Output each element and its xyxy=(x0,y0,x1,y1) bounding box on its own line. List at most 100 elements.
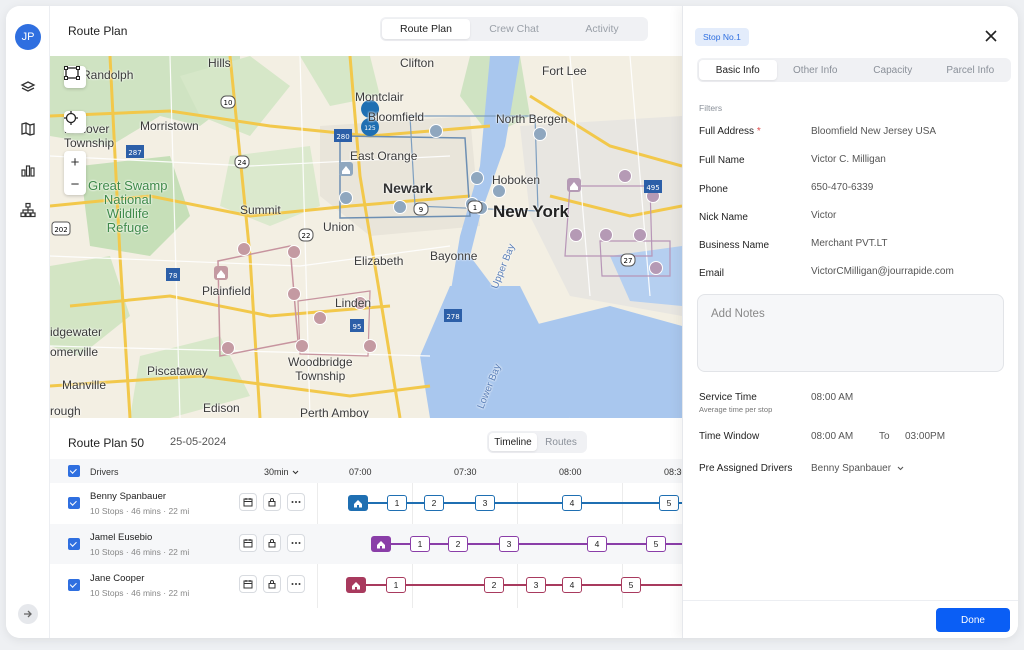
tab-crew-chat[interactable]: Crew Chat xyxy=(470,19,558,39)
interval-select[interactable]: 30min xyxy=(264,467,299,477)
stop-marker[interactable]: 1 xyxy=(386,577,406,593)
label-borough: rough xyxy=(50,404,81,418)
label-linden: Linden xyxy=(335,296,372,310)
driver-name: Jamel Eusebio xyxy=(90,532,153,543)
lock-icon[interactable] xyxy=(263,493,281,511)
driver-row[interactable]: Jane Cooper 10 Stops · 46 mins · 22 mi 1… xyxy=(50,565,682,605)
time-window-to[interactable]: 03:00PM xyxy=(905,431,945,442)
calendar-icon[interactable] xyxy=(239,575,257,593)
stop-marker[interactable]: 3 xyxy=(475,495,495,511)
left-sidebar: JP xyxy=(6,6,50,638)
label-elizabeth: Elizabeth xyxy=(354,254,404,268)
stop-marker[interactable]: 4 xyxy=(587,536,607,552)
label-new-york: New York xyxy=(493,202,569,221)
service-time-field[interactable]: 08:00 AM xyxy=(811,392,853,403)
full-address-label: Full Address * xyxy=(699,126,761,137)
tab-route-plan[interactable]: Route Plan xyxy=(382,19,470,39)
more-options-icon[interactable] xyxy=(287,575,305,593)
expand-sidebar-icon[interactable] xyxy=(18,604,38,624)
phone-field[interactable]: 650-470-6339 xyxy=(811,182,873,193)
stop-marker[interactable]: 1 xyxy=(410,536,430,552)
label-manville: Manville xyxy=(62,378,107,392)
stop-marker[interactable]: 5 xyxy=(621,577,641,593)
label-montclair: Montclair xyxy=(355,90,404,104)
time-window-label: Time Window xyxy=(699,431,760,442)
tab-timeline[interactable]: Timeline xyxy=(489,433,537,451)
stop-marker[interactable]: 1 xyxy=(387,495,407,511)
shield-95: 95 xyxy=(353,323,362,331)
phone-label: Phone xyxy=(699,184,728,195)
stop-marker[interactable]: 3 xyxy=(526,577,546,593)
hierarchy-icon[interactable] xyxy=(18,200,38,220)
full-address-field[interactable]: Bloomfield New Jersey USA xyxy=(811,126,936,137)
tab-capacity[interactable]: Capacity xyxy=(854,60,932,80)
stop-marker[interactable]: 2 xyxy=(448,536,468,552)
shield-10: 10 xyxy=(224,99,233,107)
nick-name-field[interactable]: Victor xyxy=(811,210,836,221)
label-newark: Newark xyxy=(383,180,433,196)
label-bayonne: Bayonne xyxy=(430,249,478,263)
select-area-icon[interactable] xyxy=(64,66,86,88)
stop-marker[interactable]: 5 xyxy=(646,536,666,552)
time-window-from[interactable]: 08:00 AM xyxy=(811,431,853,442)
lock-icon[interactable] xyxy=(263,534,281,552)
label-bridgewater: idgewater xyxy=(50,325,103,339)
driver-checkbox[interactable] xyxy=(68,579,80,591)
label-summit: Summit xyxy=(240,203,281,217)
depot-home-icon[interactable] xyxy=(371,536,391,552)
select-all-checkbox[interactable] xyxy=(68,465,80,477)
stop-marker[interactable]: 3 xyxy=(499,536,519,552)
pre-assigned-select[interactable]: Benny Spanbauer xyxy=(811,463,904,474)
tab-routes[interactable]: Routes xyxy=(537,433,585,451)
close-icon[interactable] xyxy=(983,28,999,44)
email-field[interactable]: VictorCMilligan@jourrapide.com xyxy=(811,266,954,277)
crosshair-icon[interactable] xyxy=(64,111,86,133)
lasso-select-control[interactable] xyxy=(64,66,86,88)
stop-marker[interactable]: 4 xyxy=(562,495,582,511)
label-morristown: Morristown xyxy=(140,119,199,133)
calendar-icon[interactable] xyxy=(239,534,257,552)
label-bloomfield: Bloomfield xyxy=(368,110,425,124)
tab-basic-info[interactable]: Basic Info xyxy=(699,60,777,80)
driver-stats: 10 Stops · 46 mins · 22 mi xyxy=(90,588,190,598)
tab-parcel-info[interactable]: Parcel Info xyxy=(932,60,1010,80)
shield-280: 280 xyxy=(336,133,349,141)
timeline-tabs: Timeline Routes xyxy=(487,431,587,453)
avatar[interactable]: JP xyxy=(15,24,41,50)
zoom-in-icon[interactable]: + xyxy=(64,151,86,173)
driver-checkbox[interactable] xyxy=(68,497,80,509)
more-options-icon[interactable] xyxy=(287,534,305,552)
layers-icon[interactable] xyxy=(18,78,38,98)
email-label: Email xyxy=(699,268,725,279)
driver-row[interactable]: Jamel Eusebio 10 Stops · 46 mins · 22 mi… xyxy=(50,524,682,564)
stop-marker[interactable]: 2 xyxy=(484,577,504,593)
calendar-icon[interactable] xyxy=(239,493,257,511)
divider xyxy=(683,600,1018,601)
full-name-field[interactable]: Victor C. Milligan xyxy=(811,154,886,165)
shield-278: 278 xyxy=(446,313,459,321)
driver-checkbox[interactable] xyxy=(68,538,80,550)
locate-control[interactable] xyxy=(64,111,86,133)
stop-marker[interactable]: 5 xyxy=(659,495,679,511)
driver-row[interactable]: Benny Spanbauer 10 Stops · 46 mins · 22 … xyxy=(50,483,682,523)
depot-home-icon[interactable] xyxy=(348,495,368,511)
chevron-down-icon xyxy=(292,470,298,474)
stop-marker[interactable]: 4 xyxy=(562,577,582,593)
done-button[interactable]: Done xyxy=(936,608,1010,632)
more-options-icon[interactable] xyxy=(287,493,305,511)
tab-other-info[interactable]: Other Info xyxy=(777,60,855,80)
shield-24: 24 xyxy=(238,159,247,167)
map-icon[interactable] xyxy=(18,119,38,139)
stop-marker[interactable]: 2 xyxy=(424,495,444,511)
label-hoboken: Hoboken xyxy=(492,173,541,187)
label-edison: Edison xyxy=(203,401,240,415)
bar-chart-icon[interactable] xyxy=(18,160,38,180)
lock-icon[interactable] xyxy=(263,575,281,593)
route-map[interactable]: 10 24 287 202 78 22 280 125 9 1 278 495 … xyxy=(50,56,682,418)
notes-textarea[interactable]: Add Notes xyxy=(697,294,1004,372)
tab-activity[interactable]: Activity xyxy=(558,19,646,39)
zoom-out-icon[interactable]: − xyxy=(64,173,86,195)
depot-home-icon[interactable] xyxy=(346,577,366,593)
business-name-field[interactable]: Merchant PVT.LT xyxy=(811,238,888,249)
label-somerville: omerville xyxy=(50,345,99,359)
